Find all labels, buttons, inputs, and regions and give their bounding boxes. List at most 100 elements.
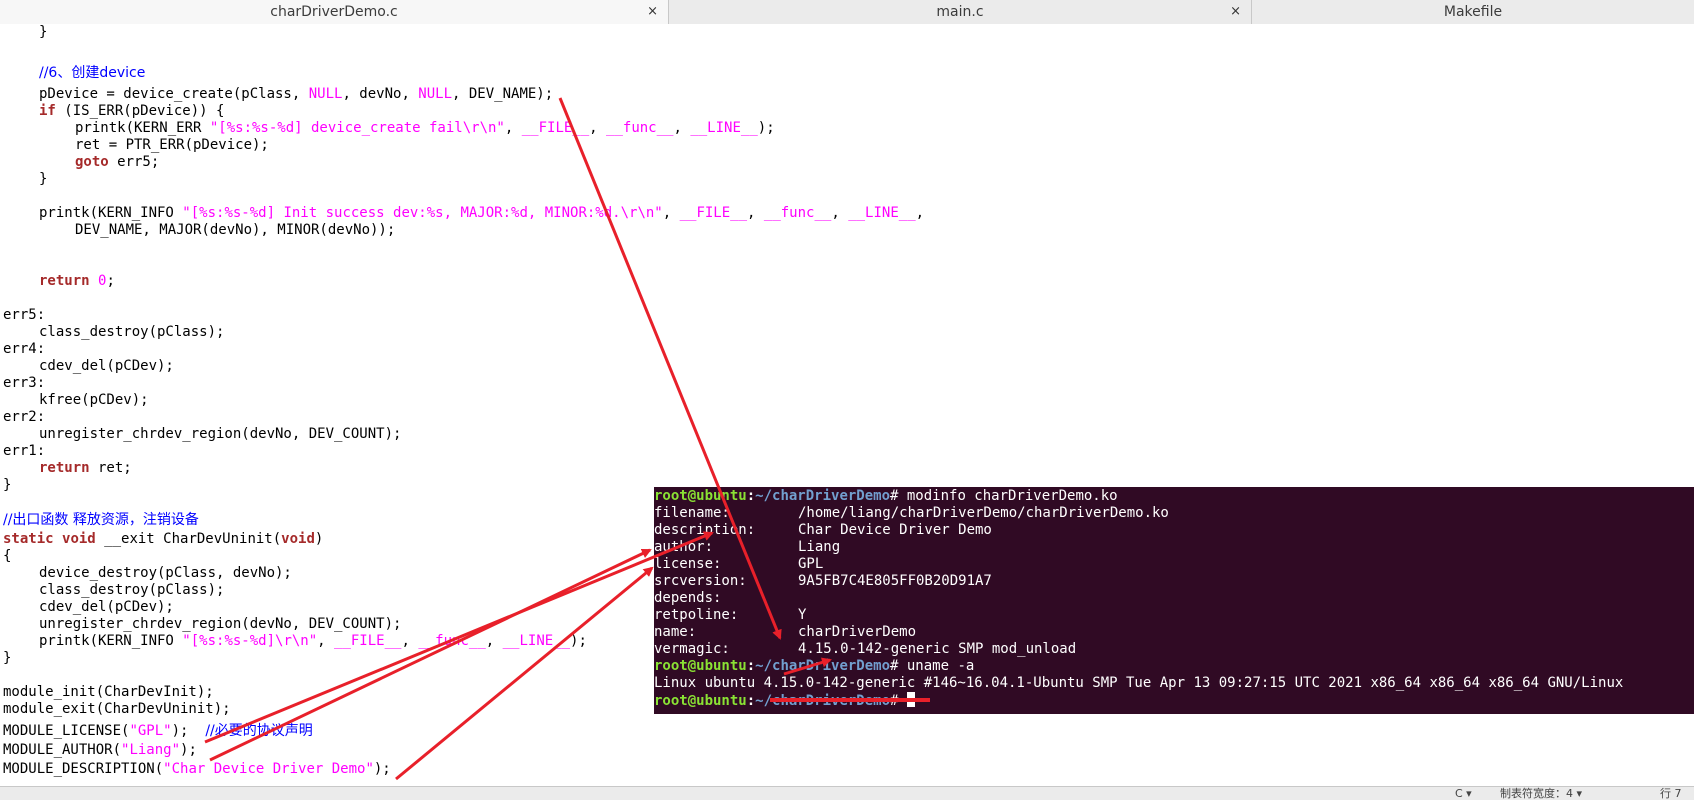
tab-label: Makefile: [1443, 4, 1503, 20]
code-line: //6、创建device: [39, 65, 145, 82]
code-text: ,: [401, 633, 419, 649]
code-text: );: [757, 120, 775, 136]
tab-makefile[interactable]: Makefile: [1252, 0, 1694, 24]
code-text: err5;: [108, 154, 160, 170]
code-line: unregister_chrdev_region(devNo, DEV_COUN…: [39, 616, 402, 632]
code-line: cdev_del(pCDev);: [39, 358, 174, 374]
code-line: pDevice = device_create(pClass, NULL, de…: [39, 86, 553, 103]
code-keyword: void: [281, 531, 315, 547]
code-line: //出口函数 释放资源，注销设备: [3, 512, 199, 529]
modinfo-row: depends:: [654, 590, 798, 607]
code-line: err1:: [3, 443, 46, 459]
code-macro: __FILE__: [334, 633, 402, 649]
prompt-hash: #: [890, 693, 907, 709]
code-macro: __FILE__: [521, 120, 590, 136]
code-text: ,: [504, 120, 522, 136]
tab-chardriverdemo-c[interactable]: charDriverDemo.c ×: [0, 0, 669, 24]
modinfo-row: license: GPL: [654, 556, 823, 573]
code-string: "Char Device Driver Demo": [163, 761, 374, 777]
prompt-path: ~/charDriverDemo: [755, 693, 891, 709]
code-line: static void __exit CharDevUninit(void): [3, 531, 323, 548]
modinfo-value: /home/liang/charDriverDemo/charDriverDem…: [798, 505, 1169, 521]
code-macro: __LINE__: [690, 120, 758, 136]
code-string: "[%s:%s-%d] Init success dev:%s, MAJOR:%…: [182, 205, 663, 221]
code-text: ,: [662, 205, 680, 221]
code-line: }: [3, 477, 12, 493]
tab-main-c[interactable]: main.c ×: [669, 0, 1252, 24]
code-text: printk(KERN_INFO: [39, 205, 183, 221]
code-text: printk(KERN_INFO: [39, 633, 183, 649]
code-line: return 0;: [39, 273, 115, 290]
modinfo-row: name: charDriverDemo: [654, 624, 916, 641]
code-text: ): [314, 531, 324, 547]
code-text: __exit CharDevUninit(: [95, 531, 282, 547]
status-bar: C ▾ 制表符宽度：4 ▾ 行 7: [0, 786, 1694, 800]
code-line: MODULE_AUTHOR("Liang");: [3, 742, 197, 759]
code-string: "[%s:%s-%d]\r\n": [182, 633, 318, 649]
code-text: ,: [317, 633, 335, 649]
code-line: module_exit(CharDevUninit);: [3, 701, 231, 717]
tab-label: main.c: [936, 4, 984, 20]
prompt-hash: #: [890, 658, 907, 674]
close-icon[interactable]: ×: [1230, 0, 1241, 24]
code-text: printk(KERN_ERR: [75, 120, 210, 136]
code-text: ret;: [89, 460, 132, 476]
tab-width-selector[interactable]: 制表符宽度：4 ▾: [1500, 787, 1582, 800]
modinfo-row: author: Liang: [654, 539, 840, 556]
code-string: "GPL": [129, 723, 172, 739]
prompt-path: ~/charDriverDemo: [755, 658, 891, 674]
code-line: if (IS_ERR(pDevice)) {: [39, 103, 224, 120]
code-macro: __func__: [763, 205, 832, 221]
code-text: ,: [831, 205, 849, 221]
code-line: kfree(pCDev);: [39, 392, 149, 408]
code-text: ,: [673, 120, 691, 136]
code-text: ,: [589, 120, 607, 136]
modinfo-value: GPL: [798, 556, 824, 572]
code-text: );: [570, 633, 587, 649]
terminal-command: uname -a: [906, 658, 975, 674]
modinfo-row: retpoline: Y: [654, 607, 806, 624]
code-text: ,: [485, 633, 503, 649]
code-macro: __func__: [606, 120, 674, 136]
code-text: ,: [915, 205, 925, 221]
terminal-prompt-line: root@ubuntu:~/charDriverDemo#: [654, 692, 915, 709]
modinfo-value: 9A5FB7C4E805FF0B20D91A7: [798, 573, 992, 589]
code-keyword: static: [3, 531, 54, 547]
code-line: DEV_NAME, MAJOR(devNo), MINOR(devNo));: [75, 222, 396, 238]
modinfo-value: Y: [798, 607, 807, 623]
code-line: MODULE_DESCRIPTION("Char Device Driver D…: [3, 761, 391, 778]
code-text: ,: [747, 205, 764, 221]
uname-output: Linux ubuntu 4.15.0-142-generic #146~16.…: [654, 675, 1624, 691]
terminal-cursor: [906, 692, 915, 707]
prompt-sep: :: [746, 693, 756, 709]
modinfo-row: srcversion: 9A5FB7C4E805FF0B20D91A7: [654, 573, 992, 590]
code-line: printk(KERN_INFO "[%s:%s-%d] Init succes…: [39, 205, 924, 222]
code-text: pDevice = device_create(pClass,: [39, 86, 309, 102]
code-text: (IS_ERR(pDevice)) {: [55, 103, 225, 119]
modinfo-row: vermagic: 4.15.0-142-generic SMP mod_unlo…: [654, 641, 1076, 658]
code-line: unregister_chrdev_region(devNo, DEV_COUN…: [39, 426, 402, 442]
language-selector[interactable]: C ▾: [1455, 787, 1472, 800]
terminal-window[interactable]: root@ubuntu:~/charDriverDemo# modinfo ch…: [654, 487, 1694, 714]
code-line: device_destroy(pClass, devNo);: [39, 565, 292, 581]
code-text: MODULE_LICENSE(: [3, 723, 130, 739]
code-string: "Liang": [121, 742, 181, 758]
terminal-prompt-line: root@ubuntu:~/charDriverDemo# uname -a: [654, 658, 974, 675]
code-line: err4:: [3, 341, 46, 357]
code-line: return ret;: [39, 460, 132, 477]
code-text: , devNo,: [342, 86, 419, 102]
modinfo-key: vermagic:: [654, 641, 730, 657]
modinfo-row: description: Char Device Driver Demo: [654, 522, 992, 539]
prompt-user: root@ubuntu: [654, 658, 747, 674]
code-macro: __FILE__: [679, 205, 748, 221]
code-text: ;: [106, 273, 115, 289]
code-keyword: return: [39, 273, 90, 289]
code-line: class_destroy(pClass);: [39, 582, 225, 598]
code-comment: //必要的协议声明: [205, 723, 313, 739]
code-text: , DEV_NAME);: [452, 86, 554, 102]
code-line: printk(KERN_INFO "[%s:%s-%d]\r\n", __FIL…: [39, 633, 587, 650]
code-text: MODULE_DESCRIPTION(: [3, 761, 164, 777]
modinfo-key: description:: [654, 522, 756, 538]
close-icon[interactable]: ×: [647, 0, 658, 24]
modinfo-value: 4.15.0-142-generic SMP mod_unload: [798, 641, 1077, 657]
